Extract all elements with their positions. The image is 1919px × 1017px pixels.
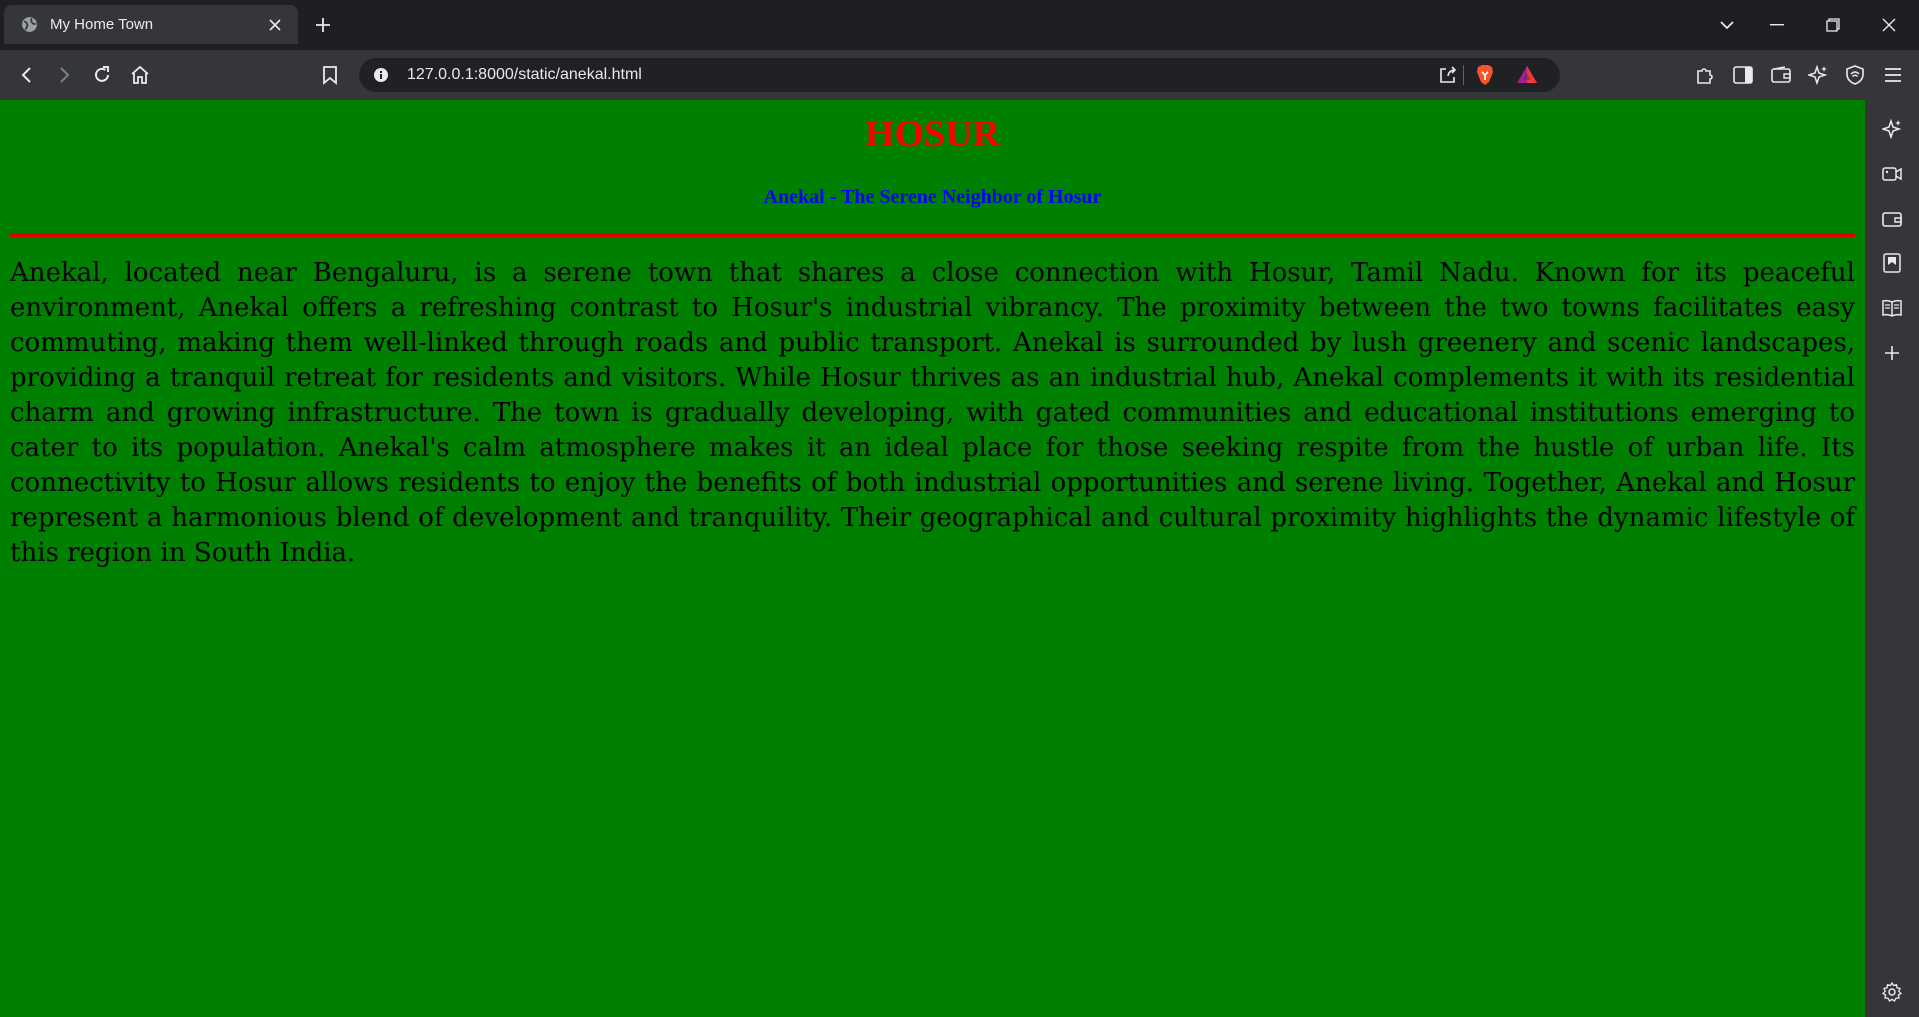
minimize-window-icon[interactable] — [1762, 10, 1792, 40]
back-arrow-icon[interactable] — [12, 60, 42, 90]
brave-rewards-icon[interactable] — [1514, 62, 1540, 88]
vpn-shield-icon[interactable] — [1840, 60, 1870, 90]
extensions-puzzle-icon[interactable] — [1690, 60, 1720, 90]
wallet-icon[interactable] — [1877, 204, 1907, 234]
share-icon[interactable] — [1435, 62, 1461, 88]
tab-search-chevron-down-icon[interactable] — [1712, 10, 1742, 40]
forward-arrow-icon[interactable] — [49, 60, 79, 90]
video-call-icon[interactable] — [1877, 159, 1907, 189]
browser-toolbar: 127.0.0.1:8000/static/anekal.html — [0, 50, 1919, 100]
page-viewport: HOSUR Anekal - The Serene Neighbor of Ho… — [0, 100, 1865, 1017]
close-tab-icon[interactable] — [264, 14, 286, 36]
horizontal-rule — [10, 233, 1855, 237]
add-panel-plus-icon[interactable] — [1877, 338, 1907, 368]
tab-strip: My Home Town — [0, 0, 1919, 50]
close-window-icon[interactable] — [1874, 10, 1904, 40]
page-heading: HOSUR — [864, 113, 1001, 155]
home-icon[interactable] — [125, 60, 155, 90]
main-menu-hamburger-icon[interactable] — [1878, 60, 1908, 90]
page-subheading: Anekal - The Serene Neighbor of Hosur — [763, 186, 1102, 208]
settings-gear-icon[interactable] — [1877, 977, 1907, 1007]
new-tab-button[interactable] — [310, 12, 336, 38]
leo-ai-sparkle-icon[interactable] — [1877, 114, 1907, 144]
bookmarks-panel-icon[interactable] — [1877, 248, 1907, 278]
restore-window-icon[interactable] — [1818, 10, 1848, 40]
bookmark-icon[interactable] — [315, 60, 345, 90]
reading-list-icon[interactable] — [1877, 293, 1907, 323]
tab-title: My Home Town — [50, 16, 154, 33]
sidebar-toggle-icon[interactable] — [1728, 60, 1758, 90]
browser-tab-active[interactable]: My Home Town — [4, 5, 298, 44]
brave-shields-icon[interactable] — [1472, 62, 1498, 88]
page-paragraph: Anekal, located near Bengaluru, is a ser… — [10, 258, 1855, 568]
site-info-icon[interactable] — [369, 63, 393, 87]
url-text[interactable]: 127.0.0.1:8000/static/anekal.html — [407, 66, 642, 84]
globe-icon — [20, 16, 38, 34]
address-bar[interactable]: 127.0.0.1:8000/static/anekal.html — [359, 58, 1560, 92]
leo-ai-sparkle-icon[interactable] — [1803, 60, 1833, 90]
side-panel — [1865, 100, 1919, 1017]
address-bar-divider — [1463, 65, 1464, 85]
reload-icon[interactable] — [87, 60, 117, 90]
wallet-icon[interactable] — [1766, 60, 1796, 90]
